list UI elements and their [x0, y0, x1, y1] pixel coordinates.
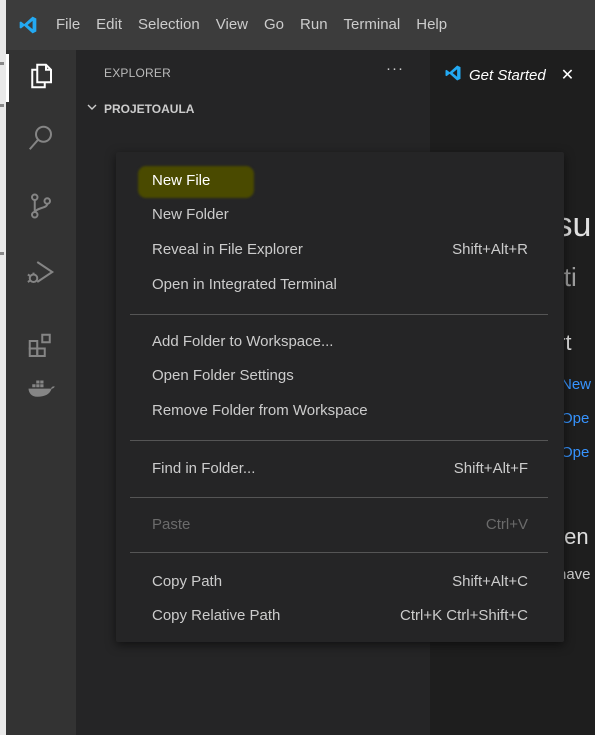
menu-run[interactable]: Run	[292, 0, 336, 50]
menu-item-find-in-folder[interactable]: Find in Folder... Shift+Alt+F	[116, 454, 564, 484]
menu-separator	[130, 440, 548, 441]
menu-separator	[130, 497, 548, 498]
files-icon	[26, 61, 56, 96]
menu-separator	[130, 552, 548, 553]
menu-bar: File Edit Selection View Go Run Terminal…	[6, 0, 595, 50]
vscode-tab-icon	[444, 64, 462, 87]
vscode-logo-icon	[6, 0, 50, 50]
menu-item-new-file[interactable]: New File	[116, 166, 564, 196]
background-mark	[0, 104, 4, 107]
chevron-down-icon	[86, 100, 98, 118]
menu-view[interactable]: View	[208, 0, 256, 50]
menu-item-remove-folder[interactable]: Remove Folder from Workspace	[116, 396, 564, 426]
explorer-more-actions[interactable]: ···	[386, 60, 404, 77]
link-fragment[interactable]: Ope	[561, 444, 589, 461]
close-icon[interactable]: ✕	[561, 65, 574, 85]
tab-label: Get Started	[469, 66, 546, 84]
menu-item-add-folder-to-workspace[interactable]: Add Folder to Workspace...	[116, 327, 564, 357]
menu-item-copy-relative-path[interactable]: Copy Relative Path Ctrl+K Ctrl+Shift+C	[116, 601, 564, 631]
menu-separator	[130, 314, 548, 315]
menu-go[interactable]: Go	[256, 0, 292, 50]
run-debug-activity[interactable]	[6, 246, 76, 302]
folder-header[interactable]: PROJETOAULA	[86, 100, 194, 118]
shortcut-label: Shift+Alt+R	[452, 241, 528, 258]
menu-item-open-terminal[interactable]: Open in Integrated Terminal	[116, 270, 564, 300]
source-control-activity[interactable]	[6, 180, 76, 236]
docker-icon	[26, 373, 56, 408]
shortcut-label: Shift+Alt+C	[452, 573, 528, 590]
tab-get-started[interactable]: Get Started ✕	[430, 50, 595, 100]
shortcut-label: Shift+Alt+F	[453, 460, 528, 477]
link-fragment[interactable]: New	[561, 376, 591, 393]
background-mark	[0, 62, 4, 65]
shortcut-label: Ctrl+K Ctrl+Shift+C	[400, 607, 528, 624]
menu-item-open-folder-settings[interactable]: Open Folder Settings	[116, 361, 564, 391]
vscode-window: File Edit Selection View Go Run Terminal…	[6, 0, 595, 735]
explorer-context-menu: New File New Folder Reveal in File Explo…	[116, 152, 564, 642]
activity-bar	[6, 50, 76, 735]
background-mark	[0, 252, 4, 255]
menu-edit[interactable]: Edit	[88, 0, 130, 50]
menu-item-new-folder[interactable]: New Folder	[116, 200, 564, 230]
shortcut-label: Ctrl+V	[485, 516, 528, 533]
search-activity[interactable]	[6, 112, 76, 168]
link-fragment[interactable]: Ope	[561, 410, 589, 427]
menu-item-paste: Paste Ctrl+V	[152, 516, 528, 533]
menu-item-copy-path[interactable]: Copy Path Shift+Alt+C	[116, 567, 564, 597]
menu-item-reveal-in-explorer[interactable]: Reveal in File Explorer Shift+Alt+R	[116, 235, 564, 265]
folder-name: PROJETOAULA	[104, 102, 195, 116]
search-icon	[26, 123, 56, 158]
editor-tab-bar: Get Started ✕	[430, 50, 595, 100]
menu-terminal[interactable]: Terminal	[336, 0, 409, 50]
docker-activity[interactable]	[6, 362, 76, 418]
source-control-icon	[26, 191, 56, 226]
menu-file[interactable]: File	[50, 0, 88, 50]
menu-help[interactable]: Help	[408, 0, 455, 50]
run-debug-icon	[26, 257, 56, 292]
explorer-title: EXPLORER	[104, 66, 171, 80]
explorer-activity[interactable]	[6, 50, 76, 106]
extensions-icon	[26, 331, 56, 366]
menu-selection[interactable]: Selection	[130, 0, 208, 50]
